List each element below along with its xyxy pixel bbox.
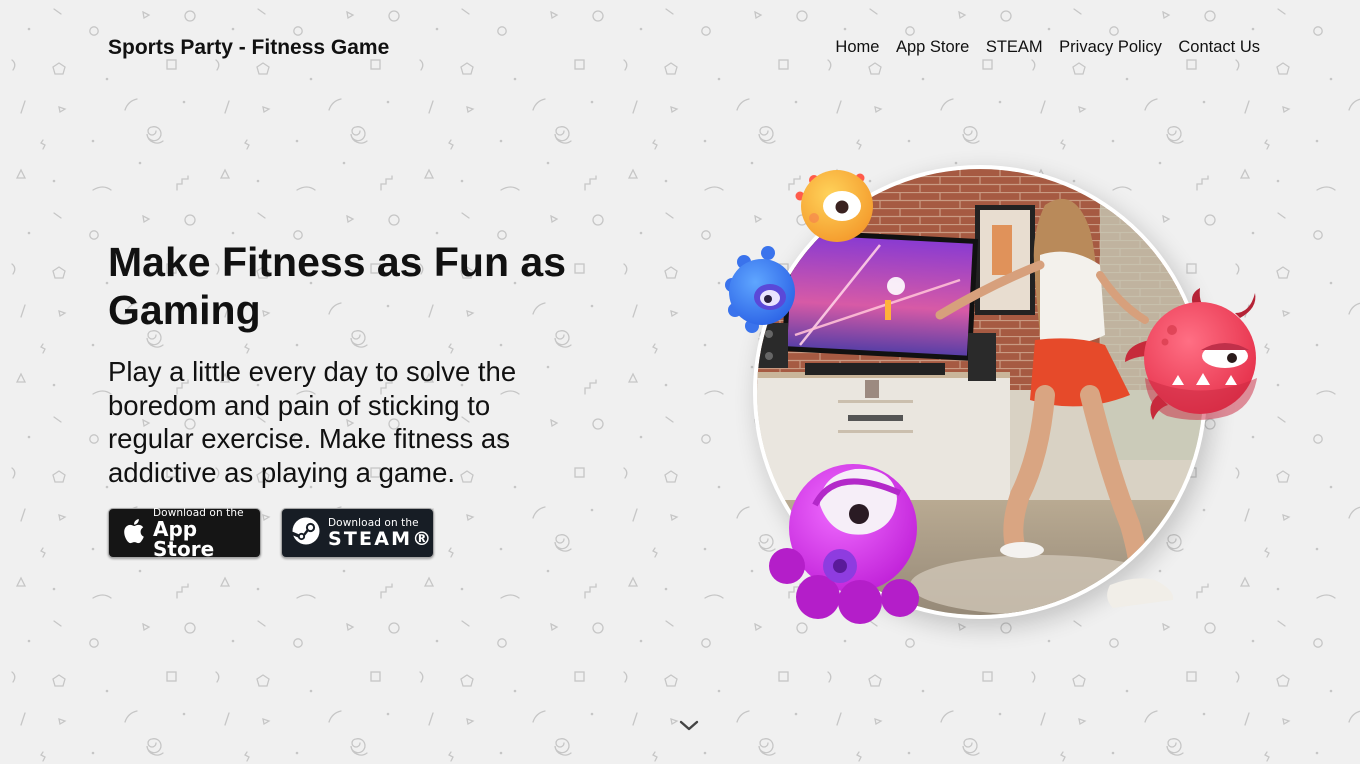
hero-image [700, 150, 1280, 650]
shoe [1107, 578, 1174, 608]
nav-contact-us[interactable]: Contact Us [1178, 38, 1260, 57]
site-header: Sports Party - Fitness Game Home App Sto… [0, 0, 1360, 95]
hero-title: Make Fitness as Fun as Gaming [108, 239, 567, 333]
site-brand[interactable]: Sports Party - Fitness Game [108, 36, 389, 60]
nav-steam[interactable]: STEAM [986, 38, 1043, 57]
download-badges: Download on the App Store Download on th… [108, 507, 434, 561]
nav-app-store[interactable]: App Store [896, 38, 969, 57]
nav-home[interactable]: Home [835, 38, 879, 57]
scroll-down-button[interactable] [677, 716, 701, 736]
main-nav: Home App Store STEAM Privacy Policy Cont… [819, 38, 1260, 57]
nav-privacy-policy[interactable]: Privacy Policy [1059, 38, 1162, 57]
steam-badge-label: STEAM® [328, 528, 434, 550]
chevron-down-icon [679, 720, 699, 731]
app-store-badge-label: App Store [153, 517, 215, 561]
orange-cyclops-monster [795, 170, 873, 242]
steam-icon [291, 517, 320, 550]
app-store-download-button[interactable]: Download on the App Store [108, 507, 261, 561]
steam-download-button[interactable]: Download on the STEAM® [281, 508, 434, 558]
hero-text: Make Fitness as Fun as Gaming Play a lit… [108, 238, 608, 489]
hero-subtitle: Play a little every day to solve the bor… [108, 356, 517, 488]
apple-icon [121, 517, 145, 550]
